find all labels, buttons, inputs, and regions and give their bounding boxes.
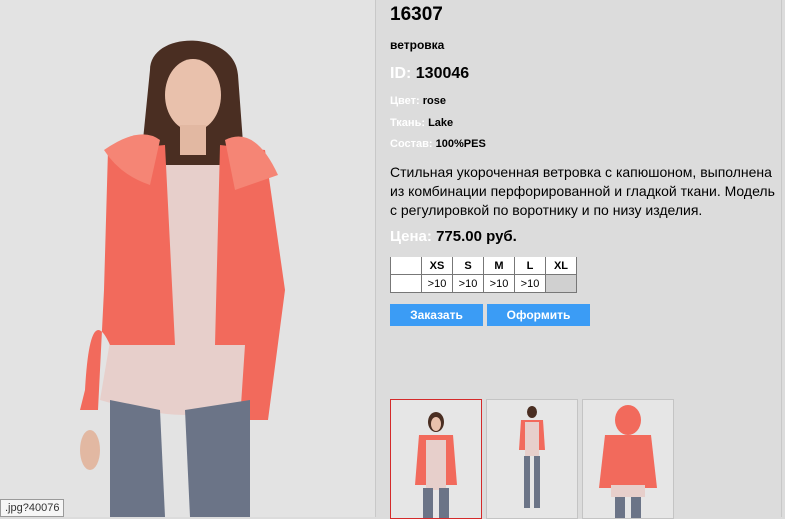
fabric-row: Ткань: Lake xyxy=(390,117,453,129)
composition-row: Состав: 100%PES xyxy=(390,138,486,150)
thumbnail-back-image xyxy=(583,400,673,518)
image-url-tooltip: .jpg?40076 xyxy=(0,499,65,517)
size-stock-m[interactable]: >10 xyxy=(483,274,515,293)
thumbnail-front[interactable] xyxy=(390,399,482,519)
panel-divider xyxy=(375,0,376,517)
size-header-l: L xyxy=(514,257,546,275)
checkout-button[interactable]: Оформить xyxy=(487,304,590,326)
size-stock-l[interactable]: >10 xyxy=(514,274,546,293)
product-description: Стильная укороченная ветровка с капюшоно… xyxy=(390,164,775,218)
color-value: rose xyxy=(422,95,446,107)
thumbnail-front-image xyxy=(391,400,481,518)
thumbnail-back[interactable] xyxy=(582,399,674,519)
product-main-image[interactable]: .jpg?40076 xyxy=(0,0,375,517)
size-header-m: M xyxy=(483,257,515,275)
model-photo xyxy=(0,0,375,517)
size-header-xs: XS xyxy=(421,257,453,275)
size-stock-row: >10 >10 >10 >10 xyxy=(390,274,577,293)
price-label: Цена: xyxy=(390,228,432,245)
composition-value: 100%PES xyxy=(435,138,486,150)
size-stock-xl xyxy=(545,274,577,293)
order-button[interactable]: Заказать xyxy=(390,304,483,326)
size-stock-s[interactable]: >10 xyxy=(452,274,484,293)
size-header-s: S xyxy=(452,257,484,275)
composition-label: Состав: xyxy=(390,138,433,150)
price-row: Цена: 775.00 руб. xyxy=(390,228,517,245)
id-value: 130046 xyxy=(415,65,470,82)
size-header-blank xyxy=(390,257,422,275)
fabric-label: Ткань: xyxy=(390,117,425,129)
size-table: XS S M L XL >10 >10 >10 >10 xyxy=(390,257,577,293)
price-value: 775.00 руб. xyxy=(436,228,517,245)
color-row: Цвет: rose xyxy=(390,95,446,107)
size-header-row: XS S M L XL xyxy=(390,257,577,275)
product-id-row: ID: 130046 xyxy=(390,65,469,83)
id-label: ID: xyxy=(390,65,412,82)
product-code: 16307 xyxy=(390,4,443,25)
panel-edge xyxy=(781,0,782,517)
fabric-value: Lake xyxy=(428,117,454,129)
color-label: Цвет: xyxy=(390,95,420,107)
product-type: ветровка xyxy=(390,38,445,52)
size-stock-blank xyxy=(390,274,422,293)
size-stock-xs[interactable]: >10 xyxy=(421,274,453,293)
size-header-xl: XL xyxy=(545,257,577,275)
thumbnail-full[interactable] xyxy=(486,399,578,519)
thumbnail-full-image xyxy=(487,400,577,518)
